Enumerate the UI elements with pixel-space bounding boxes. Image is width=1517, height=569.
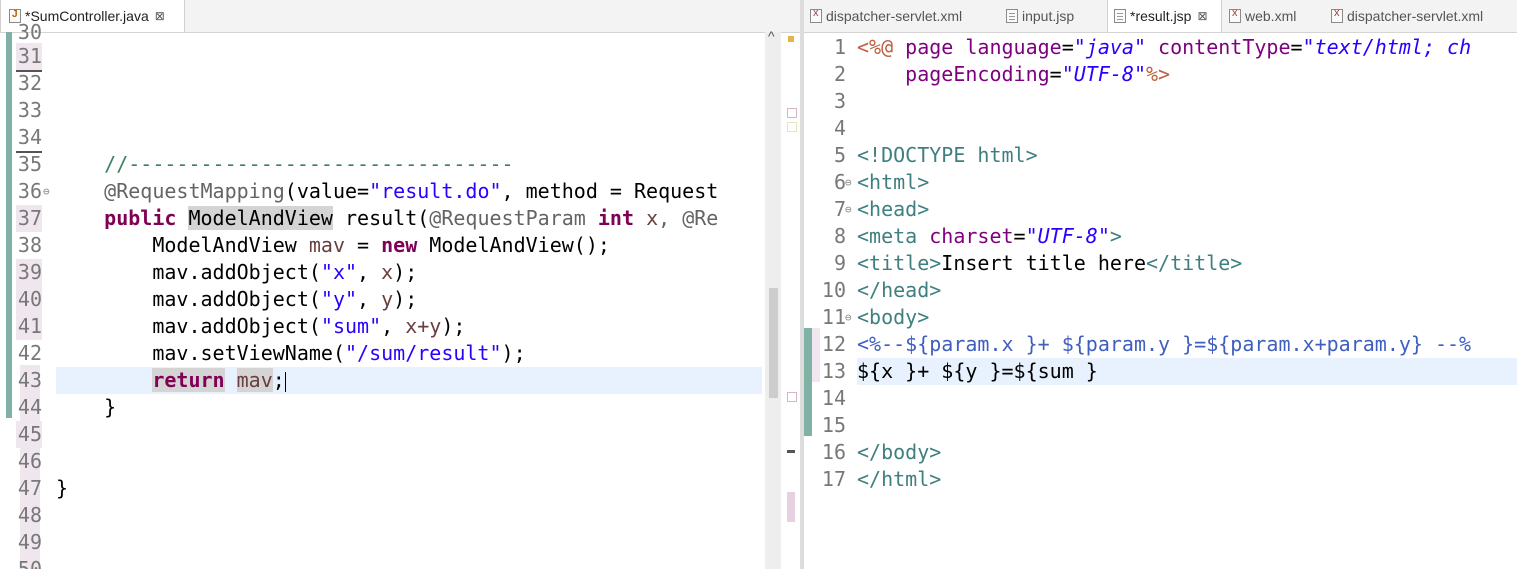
- tab-web-xml[interactable]: web.xml: [1229, 0, 1296, 32]
- code-line: 8 <meta charset="UTF-8">: [833, 224, 1122, 248]
- code-line: 7 ⊖ <head>: [833, 196, 930, 223]
- xml-file-icon: [810, 7, 822, 23]
- code-line: 16 </body>: [821, 440, 942, 464]
- code-line: 35 //--------------------------------: [17, 152, 514, 176]
- code-line: 42 mav.setViewName("/sum/result");: [17, 341, 526, 365]
- java-code-area[interactable]: ^ 30 31 32 33 34 35 //------------------…: [0, 20, 800, 569]
- code-line: 49: [17, 530, 42, 554]
- tab-input-jsp[interactable]: input.jsp: [1006, 0, 1074, 32]
- fold-toggle-icon[interactable]: ⊖: [845, 169, 852, 196]
- code-line: 38 ModelAndView mav = new ModelAndView()…: [17, 233, 610, 257]
- fold-toggle-icon[interactable]: ⊖: [845, 196, 852, 223]
- code-line: 40 mav.addObject("y", y);: [16, 286, 418, 313]
- code-line: 45: [16, 421, 42, 448]
- code-line: 9 <title>Insert title here</title>: [833, 251, 1243, 275]
- code-line: 4: [833, 116, 846, 140]
- jsp-editor-tabbar: dispatcher-servlet.xml input.jsp *result…: [804, 0, 1517, 33]
- code-line: 12 <%--${param.x }+ ${param.y }=${param.x…: [821, 332, 1472, 356]
- code-line: 17 </html>: [821, 467, 942, 491]
- code-line: 37 public ModelAndView result(@RequestPa…: [16, 205, 719, 232]
- code-line-current: 13 ${x }+ ${y }=${sum }: [804, 358, 1517, 385]
- code-line: 15: [821, 413, 846, 437]
- code-line: 50: [17, 557, 42, 569]
- code-line-current: 43 return mav;: [0, 367, 800, 394]
- code-line: 14: [821, 386, 846, 410]
- java-editor-pane[interactable]: *SumController.java ⊠ ^ 30 31 32 33 34 3…: [0, 0, 800, 569]
- code-line: 39 mav.addObject("x", x);: [16, 259, 418, 286]
- jsp-file-icon: [1006, 9, 1018, 23]
- tab-dispatcher-servlet-xml-2[interactable]: dispatcher-servlet.xml: [1331, 0, 1483, 32]
- code-line: 32: [17, 71, 42, 95]
- jsp-editor-pane[interactable]: dispatcher-servlet.xml input.jsp *result…: [804, 0, 1517, 569]
- code-line: 34: [0, 124, 800, 153]
- code-line: 36 ⊖ @RequestMapping(value="result.do", m…: [17, 178, 719, 205]
- code-line: 31: [0, 43, 800, 72]
- code-line: 33: [17, 98, 42, 122]
- code-line: 41 mav.addObject("sum", x+y);: [16, 313, 466, 340]
- code-line: 10 </head>: [821, 278, 942, 302]
- code-line: 5 <!DOCTYPE html>: [833, 143, 1038, 167]
- fold-toggle-icon[interactable]: ⊖: [845, 304, 852, 331]
- jsp-file-icon: [1114, 9, 1126, 23]
- code-line: 46: [17, 449, 42, 473]
- fold-toggle-icon[interactable]: ⊖: [43, 178, 50, 205]
- xml-file-icon: [1331, 7, 1343, 23]
- code-line: 6 ⊖ <html>: [833, 169, 930, 196]
- tab-dispatcher-servlet-xml[interactable]: dispatcher-servlet.xml: [810, 0, 962, 32]
- xml-file-icon: [1229, 7, 1241, 23]
- code-line: 47}: [17, 476, 69, 500]
- code-line: 48: [17, 503, 42, 527]
- code-line: 2 pageEncoding="UTF-8"%>: [833, 62, 1171, 86]
- code-line: 11 ⊖ <body>: [821, 304, 930, 331]
- code-line: 1 <%@ page language="java" contentType="t…: [833, 35, 1472, 59]
- text-cursor: [284, 371, 286, 392]
- close-tab-icon[interactable]: ⊠: [1197, 9, 1207, 23]
- jsp-code-area[interactable]: 1 <%@ page language="java" contentType="t…: [804, 32, 1517, 569]
- code-line: 44 }: [17, 395, 117, 419]
- code-line: 3: [833, 89, 846, 113]
- code-line: 30: [17, 20, 42, 44]
- tab-result-jsp[interactable]: *result.jsp ⊠: [1107, 0, 1222, 32]
